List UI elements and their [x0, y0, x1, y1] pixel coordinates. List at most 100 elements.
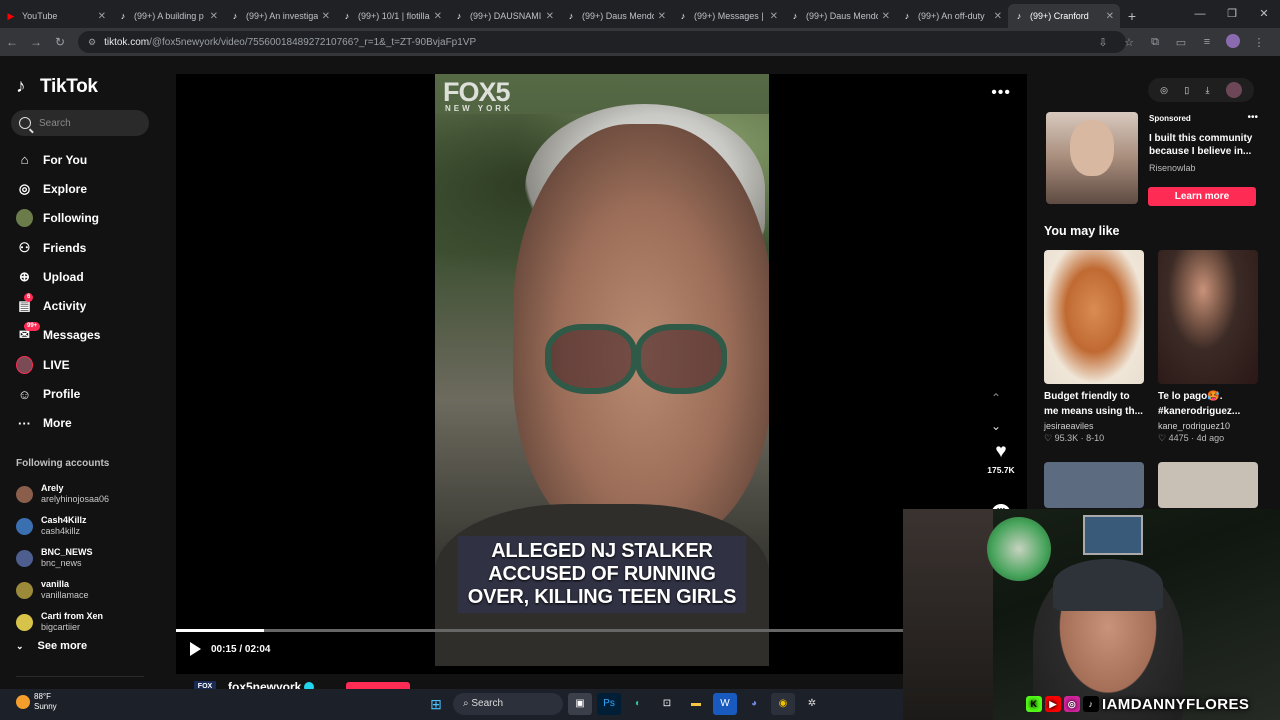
- menu-icon[interactable]: ⋮: [1246, 36, 1272, 49]
- close-tab-icon[interactable]: ✕: [210, 11, 218, 22]
- suggested-video-thumbnail[interactable]: [1044, 462, 1144, 508]
- suggested-video-thumbnail[interactable]: [1158, 462, 1258, 508]
- see-more-button[interactable]: ⌄ See more: [16, 640, 87, 652]
- suggested-video-user[interactable]: kane_rodriguez10: [1158, 421, 1258, 431]
- app-icon[interactable]: ✲: [800, 693, 824, 715]
- minimize-icon[interactable]: —: [1184, 0, 1216, 28]
- sponsored-ad[interactable]: Sponsored ••• I built this community bec…: [1046, 112, 1258, 208]
- sidebar-item-for-you[interactable]: ⌂ For You: [0, 145, 160, 174]
- close-tab-icon[interactable]: ✕: [658, 11, 666, 22]
- sidebar-item-more[interactable]: ··· More: [0, 409, 160, 438]
- tiktok-logo[interactable]: ♪ TikTok: [16, 76, 98, 98]
- sidebar-item-profile[interactable]: ☺ Profile: [0, 379, 160, 408]
- close-tab-icon[interactable]: ✕: [882, 11, 890, 22]
- sidebar-item-following[interactable]: Following: [0, 204, 160, 233]
- suggested-video-card[interactable]: Budget friendly to me means using th... …: [1044, 250, 1144, 444]
- close-tab-icon[interactable]: ✕: [770, 11, 778, 22]
- progress-fill: [176, 629, 265, 632]
- new-tab-button[interactable]: +: [1120, 4, 1144, 28]
- sidebar-item-upload[interactable]: ⊕ Upload: [0, 262, 160, 291]
- search-input[interactable]: Search: [11, 110, 149, 136]
- forward-icon[interactable]: →: [24, 35, 48, 49]
- task-view-icon[interactable]: ▣: [568, 693, 592, 715]
- video-progress-bar[interactable]: [176, 629, 906, 632]
- suggested-video-user[interactable]: jesiraeaviles: [1044, 421, 1144, 431]
- browser-tab[interactable]: ♪ (99+) Daus Mendo ✕: [784, 4, 896, 28]
- browser-tab[interactable]: ♪ (99+) Cranford ✕: [1008, 4, 1120, 28]
- ad-more-icon[interactable]: •••: [1247, 112, 1258, 123]
- store-icon[interactable]: ⊡: [655, 693, 679, 715]
- address-bar[interactable]: ⚙ tiktok.com/@fox5newyork/video/75560018…: [78, 31, 1126, 53]
- explorer-icon[interactable]: ▬: [684, 693, 708, 715]
- tab-title: (99+) An off-duty: [918, 11, 985, 21]
- more-options-icon[interactable]: •••: [991, 84, 1011, 102]
- browser-tab[interactable]: ♪ (99+) 10/1 | flotilla ✕: [336, 4, 448, 28]
- ad-thumbnail[interactable]: [1046, 112, 1138, 204]
- account-name: vanilla: [41, 579, 70, 589]
- video-frame[interactable]: FOX5 NEW YORK ALLEGED NJ STALKER ACCUSED …: [435, 74, 769, 666]
- suggested-video-card[interactable]: Te lo pago🥵. #kanerodriguez... kane_rodr…: [1158, 250, 1258, 444]
- video-player[interactable]: FOX5 NEW YORK ALLEGED NJ STALKER ACCUSED …: [176, 74, 1027, 674]
- like-button[interactable]: ♥ 175.7K: [984, 442, 1018, 476]
- discord-icon[interactable]: ◕: [742, 693, 766, 715]
- device-icon[interactable]: ▯: [1184, 85, 1189, 96]
- close-window-icon[interactable]: ✕: [1248, 0, 1280, 28]
- coins-icon[interactable]: ◎: [1160, 85, 1168, 96]
- browser-tab[interactable]: ♪ (99+) DAUSNAMI ✕: [448, 4, 560, 28]
- close-tab-icon[interactable]: ✕: [98, 11, 106, 22]
- browser-tab[interactable]: ♪ (99+) A building p ✕: [112, 4, 224, 28]
- site-info-icon[interactable]: ⚙: [88, 37, 96, 48]
- following-account[interactable]: BNC_NEWS bnc_news: [16, 542, 156, 574]
- following-account[interactable]: Cash4Killz cash4killz: [16, 510, 156, 542]
- close-tab-icon[interactable]: ✕: [322, 11, 330, 22]
- close-tab-icon[interactable]: ✕: [546, 11, 554, 22]
- weather-widget[interactable]: 88°F Sunny: [16, 692, 57, 712]
- suggested-video-thumbnail[interactable]: [1044, 250, 1144, 384]
- browser-tab[interactable]: ♪ (99+) Messages | T ✕: [672, 4, 784, 28]
- chevron-down-icon[interactable]: ⌄: [991, 412, 1001, 440]
- bookmark-star-icon[interactable]: ☆: [1116, 36, 1142, 49]
- webcam-shelf: [903, 509, 993, 720]
- sidebar-item-activity[interactable]: ▤ 6 Activity: [0, 291, 160, 320]
- sidebar-item-messages[interactable]: ✉ 99+ Messages: [0, 321, 160, 350]
- browser-tab[interactable]: ♪ (99+) Daus Mendo ✕: [560, 4, 672, 28]
- sun-icon: [16, 695, 30, 709]
- profile-avatar[interactable]: [1220, 33, 1246, 51]
- sidepanel-icon[interactable]: ▭: [1168, 36, 1194, 49]
- video-nav-arrows: ⌃ ⌄: [991, 384, 1001, 440]
- screen: ▶ YouTube ✕ ♪ (99+) A building p ✕ ♪ (99+) An i…: [0, 0, 1280, 720]
- reload-icon[interactable]: ↻: [48, 35, 72, 49]
- windows-start-icon[interactable]: ⊞: [424, 693, 448, 715]
- youtube-icon: ▶: [7, 11, 15, 21]
- following-account[interactable]: Arely arelyhinojosaa06: [16, 478, 156, 510]
- browser-tab[interactable]: ▶ YouTube ✕: [0, 4, 112, 28]
- browser-tab[interactable]: ♪ (99+) An off-duty ✕: [896, 4, 1008, 28]
- taskbar-search[interactable]: ⌕ Search: [453, 693, 563, 715]
- learn-more-button[interactable]: Learn more: [1148, 187, 1256, 206]
- following-account[interactable]: Carti from Xen bigcartiier: [16, 606, 156, 638]
- suggested-video-thumbnail[interactable]: [1158, 250, 1258, 384]
- sidebar-item-friends[interactable]: ⚇ Friends: [0, 233, 160, 262]
- browser-tab[interactable]: ♪ (99+) An investiga ✕: [224, 4, 336, 28]
- photoshop-icon[interactable]: Ps: [597, 693, 621, 715]
- close-tab-icon[interactable]: ✕: [434, 11, 442, 22]
- install-icon[interactable]: ⇩: [1090, 36, 1116, 49]
- sidebar-item-explore[interactable]: ◎ Explore: [0, 174, 160, 203]
- ad-text: I built this community because I believe…: [1149, 133, 1253, 157]
- edge-icon[interactable]: ◐: [626, 693, 650, 715]
- following-account[interactable]: vanilla vanillamace: [16, 574, 156, 606]
- media-icon[interactable]: ≡: [1194, 36, 1220, 48]
- back-icon[interactable]: ←: [0, 35, 24, 49]
- close-tab-icon[interactable]: ✕: [1106, 11, 1114, 22]
- restore-icon[interactable]: ❐: [1216, 0, 1248, 28]
- chrome-icon[interactable]: ◉: [771, 693, 795, 715]
- sidebar-item-label: Explore: [43, 181, 88, 196]
- play-icon[interactable]: [190, 642, 201, 656]
- sidebar-item-live[interactable]: LIVE: [0, 350, 160, 379]
- extensions-icon[interactable]: ⧉: [1142, 36, 1168, 49]
- chevron-up-icon[interactable]: ⌃: [991, 384, 1001, 412]
- user-avatar[interactable]: [1225, 82, 1242, 98]
- word-icon[interactable]: W: [713, 693, 737, 715]
- download-icon[interactable]: ⤓: [1206, 85, 1210, 96]
- close-tab-icon[interactable]: ✕: [994, 11, 1002, 22]
